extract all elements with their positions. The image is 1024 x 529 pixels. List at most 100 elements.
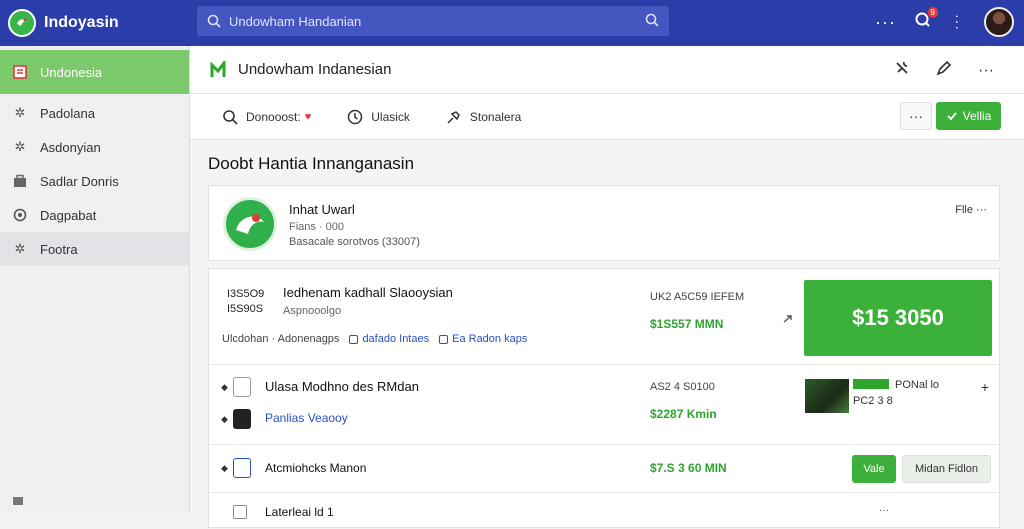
row-primary-button[interactable]: Vale [852, 455, 896, 483]
row-tag-label: Ea Radon kaps [452, 333, 528, 345]
search-input[interactable] [229, 13, 629, 29]
list-card: I3S5O9 I5S90S Iedhenam kadhall Slaooysia… [208, 268, 1001, 529]
tag-icon [349, 334, 359, 344]
toolbar: Donooost: ♥ Ulasick Stonalera ··· Vellia [190, 94, 1024, 140]
profile-detail: Basacale sorotvos (33007) [289, 236, 420, 248]
search-submit-icon[interactable] [645, 13, 659, 32]
profile-more-button[interactable]: Flle ··· [955, 204, 987, 216]
list-item[interactable]: I3S5O9 I5S90S Iedhenam kadhall Slaooysia… [209, 269, 1001, 365]
row-code: I3S5O9 I5S90S [227, 287, 264, 317]
heart-icon: ♥ [304, 110, 312, 123]
add-icon[interactable]: + [981, 379, 989, 395]
row-code-line: I3S5O9 [227, 288, 265, 300]
circle-icon [12, 207, 28, 223]
row-code-line: I5S90S [227, 303, 264, 315]
main-area: Undowham Indanesian ··· Donooost: ♥ Ulas… [190, 46, 1024, 528]
total-amount-button[interactable]: $15 3050 [804, 280, 992, 356]
profile-card: Inhat Uwarl Fians · 000 Basacale sorotvo… [208, 185, 1000, 261]
document-icon [12, 64, 28, 80]
app-logo-icon [210, 60, 226, 77]
sidebar-item-undonesia[interactable]: Undonesia [0, 50, 189, 94]
more-icon[interactable]: ··· [875, 12, 896, 33]
row-secondary-button[interactable]: Midan Fidlon [902, 455, 991, 483]
sidebar-item-label: Dagpabat [40, 207, 97, 223]
toolbar-action-button[interactable]: Vellia [936, 102, 1001, 130]
notification-badge: 9 [927, 6, 938, 18]
sidebar-item-label: Undonesia [40, 64, 103, 80]
bullet-icon: ◆ [221, 414, 228, 424]
tools-icon[interactable] [894, 60, 910, 81]
row-thumbnail[interactable] [805, 379, 849, 413]
gear-icon: ✲ [14, 241, 26, 256]
pin-icon [447, 110, 460, 124]
document-icon [233, 458, 251, 478]
toolbar-item-pin[interactable]: Stonalera [446, 109, 521, 125]
toolbar-item-clock[interactable]: Ulasick [347, 109, 410, 125]
gear-icon: ✲ [14, 139, 26, 154]
settings-icon[interactable] [12, 492, 24, 510]
list-item[interactable]: ◆ Atcmiohcks Manon $7.S 3 60 MIN Vale Mi… [209, 445, 1001, 493]
more-icon[interactable]: ··· [978, 62, 994, 80]
list-item[interactable]: ◆ ◆ Ulasa Modhno des RMdan Panlias Veaoo… [209, 365, 1001, 445]
notifications-icon[interactable]: 9 [914, 6, 938, 34]
checkbox[interactable] [233, 505, 247, 519]
search-icon [223, 109, 238, 125]
user-avatar[interactable] [984, 7, 1014, 37]
row-link[interactable]: Panlias Veaooy [265, 411, 348, 425]
sidebar: Undonesia ✲ Padolana ✲ Asdonyian Sadlar … [0, 46, 190, 512]
row-label: AS2 4 S0100 [650, 381, 715, 393]
search-bar[interactable] [197, 6, 669, 36]
thumbnail-label: PONal lo [895, 379, 940, 391]
profile-name: Inhat Uwarl [289, 202, 355, 217]
sidebar-item-asdonyian[interactable]: ✲ Asdonyian [0, 130, 189, 164]
thumbnail-code: PC2 3 8 [853, 395, 893, 407]
row-tag-label: dafado Intaes [362, 333, 430, 345]
sidebar-item-label: Sadlar Donris [40, 173, 119, 189]
sidebar-item-label: Footra [40, 241, 78, 257]
arrow-right-icon[interactable] [783, 311, 793, 329]
toolbar-item-label: Ulasick [371, 109, 410, 124]
main-header: Undowham Indanesian ··· [190, 46, 1024, 94]
profile-subtitle: Fians · 000 [289, 221, 345, 233]
apps-icon[interactable]: ··· [950, 14, 966, 31]
toolbar-item-search[interactable]: Donooost: ♥ [222, 109, 311, 125]
row-label: UK2 A5C59 IEFEM [650, 291, 745, 303]
row-title: Ulasa Modhno des RMdan [265, 379, 419, 394]
clock-icon [347, 109, 363, 124]
tag-icon [439, 334, 449, 344]
brand[interactable]: Indoyasin [0, 9, 190, 37]
bullet-icon: ◆ [221, 382, 228, 392]
toolbar-item-label: Donooost: [246, 109, 301, 124]
page-title: Undowham Indanesian [238, 61, 392, 78]
row-tag[interactable]: dafado Intaes [349, 333, 429, 345]
more-icon[interactable]: ··· [879, 505, 889, 516]
edit-icon[interactable] [936, 60, 952, 81]
row-title: Laterleai ld 1 [265, 505, 334, 519]
thumbnail-badge [853, 379, 889, 389]
briefcase-icon [12, 173, 28, 189]
toolbar-more-button[interactable]: ··· [900, 102, 932, 130]
row-meta-text: Ulcdohan · Adonenagps [222, 333, 340, 345]
file-icon [233, 377, 251, 397]
row-title: Atcmiohcks Manon [265, 461, 367, 475]
header-actions: ··· [894, 60, 994, 81]
row-title: Iedhenam kadhall Slaooysian [283, 285, 453, 300]
gear-icon: ✲ [14, 105, 26, 120]
sidebar-item-label: Asdonyian [40, 139, 101, 155]
row-amount: $2287 Kmin [650, 407, 717, 421]
toolbar-item-label: Stonalera [469, 109, 522, 124]
top-icons: ··· 9 ··· [875, 6, 1014, 37]
toolbar-action-label: Vellia [962, 109, 992, 123]
top-bar: Indoyasin ··· 9 ··· [0, 0, 1024, 46]
row-tag[interactable]: Ea Radon kaps [439, 333, 527, 345]
brand-logo-icon [8, 9, 36, 37]
row-meta: Ulcdohan · Adonenagps dafado Intaes Ea R… [222, 333, 527, 345]
sidebar-item-sadlar-donris[interactable]: Sadlar Donris [0, 164, 189, 198]
sidebar-item-footra[interactable]: ✲ Footra [0, 232, 189, 266]
profile-logo-icon [223, 197, 277, 251]
section-title: Doobt Hantia Innanganasin [208, 154, 415, 173]
sidebar-item-padolana[interactable]: ✲ Padolana [0, 96, 189, 130]
row-amount: $1S557 MMN [650, 317, 724, 331]
list-item[interactable]: Laterleai ld 1 ··· [209, 493, 1001, 529]
sidebar-item-dagpabat[interactable]: Dagpabat [0, 198, 189, 232]
